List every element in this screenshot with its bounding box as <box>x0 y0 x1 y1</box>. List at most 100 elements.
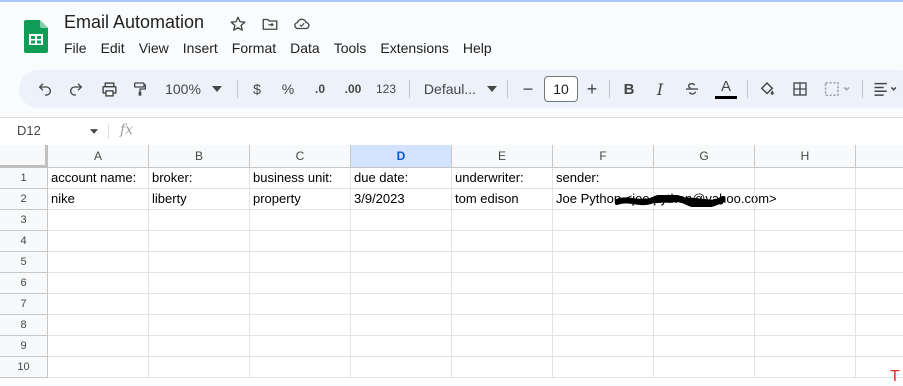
cell-i7[interactable] <box>856 294 903 315</box>
cell-d5[interactable] <box>351 252 452 273</box>
cloud-status-icon[interactable] <box>292 14 312 34</box>
column-header-g[interactable]: G <box>654 145 755 168</box>
cell-a1[interactable]: account name: <box>48 168 149 189</box>
redo-icon[interactable] <box>64 70 88 108</box>
horizontal-align-icon[interactable] <box>871 70 901 108</box>
increase-decimal-button[interactable]: .00 <box>339 70 367 108</box>
cell-b3[interactable] <box>149 210 250 231</box>
cell-h5[interactable] <box>755 252 856 273</box>
cell-d8[interactable] <box>351 315 452 336</box>
cell-a3[interactable] <box>48 210 149 231</box>
fill-color-icon[interactable] <box>756 70 778 108</box>
cell-c5[interactable] <box>250 252 351 273</box>
cell-e7[interactable] <box>452 294 553 315</box>
column-header-e[interactable]: E <box>452 145 553 168</box>
cell-h4[interactable] <box>755 231 856 252</box>
cell-h7[interactable] <box>755 294 856 315</box>
cell-e4[interactable] <box>452 231 553 252</box>
cell-e5[interactable] <box>452 252 553 273</box>
cell-b4[interactable] <box>149 231 250 252</box>
menu-view[interactable]: View <box>132 38 176 58</box>
cell-e6[interactable] <box>452 273 553 294</box>
menu-data[interactable]: Data <box>283 38 327 58</box>
name-box-dropdown-icon[interactable] <box>90 129 98 134</box>
percent-format-button[interactable]: % <box>278 70 298 108</box>
cell-g9[interactable] <box>654 336 755 357</box>
strikethrough-icon[interactable] <box>681 70 703 108</box>
cell-f8[interactable] <box>553 315 654 336</box>
cell-e8[interactable] <box>452 315 553 336</box>
undo-icon[interactable] <box>33 70 57 108</box>
cell-e9[interactable] <box>452 336 553 357</box>
increase-font-size-icon[interactable]: + <box>582 70 602 108</box>
column-header-f[interactable]: F <box>553 145 654 168</box>
menu-insert[interactable]: Insert <box>176 38 225 58</box>
cell-b5[interactable] <box>149 252 250 273</box>
decrease-font-size-icon[interactable]: − <box>518 70 538 108</box>
cell-h3[interactable] <box>755 210 856 231</box>
cell-a9[interactable] <box>48 336 149 357</box>
cell-f1[interactable]: sender: <box>553 168 654 189</box>
cell-c7[interactable] <box>250 294 351 315</box>
more-formats-button[interactable]: 123 <box>373 70 399 108</box>
row-header-3[interactable]: 3 <box>0 210 48 231</box>
cell-a2[interactable]: nike <box>48 189 149 210</box>
cell-f4[interactable] <box>553 231 654 252</box>
move-folder-icon[interactable] <box>260 14 280 34</box>
cell-i2[interactable] <box>856 189 903 210</box>
cell-h10[interactable] <box>755 357 856 378</box>
cell-g5[interactable] <box>654 252 755 273</box>
cell-h6[interactable] <box>755 273 856 294</box>
cell-b7[interactable] <box>149 294 250 315</box>
cell-d9[interactable] <box>351 336 452 357</box>
cell-a5[interactable] <box>48 252 149 273</box>
column-header-h[interactable]: H <box>755 145 856 168</box>
cell-i5[interactable] <box>856 252 903 273</box>
cell-a8[interactable] <box>48 315 149 336</box>
cell-g3[interactable] <box>654 210 755 231</box>
borders-icon[interactable] <box>789 70 811 108</box>
cell-h1[interactable] <box>755 168 856 189</box>
cell-d1[interactable]: due date: <box>351 168 452 189</box>
cell-d10[interactable] <box>351 357 452 378</box>
cell-g6[interactable] <box>654 273 755 294</box>
document-title[interactable]: Email Automation <box>64 12 204 33</box>
row-header-7[interactable]: 7 <box>0 294 48 315</box>
cell-i1[interactable] <box>856 168 903 189</box>
cell-e3[interactable] <box>452 210 553 231</box>
column-header-b[interactable]: B <box>149 145 250 168</box>
cell-c1[interactable]: business unit: <box>250 168 351 189</box>
cell-d7[interactable] <box>351 294 452 315</box>
sheets-logo-icon[interactable] <box>24 20 48 53</box>
cell-d4[interactable] <box>351 231 452 252</box>
cell-a10[interactable] <box>48 357 149 378</box>
cell-h2[interactable] <box>755 189 856 210</box>
cell-d3[interactable] <box>351 210 452 231</box>
column-header-a[interactable]: A <box>48 145 149 168</box>
cell-g10[interactable] <box>654 357 755 378</box>
row-header-2[interactable]: 2 <box>0 189 48 210</box>
cell-c9[interactable] <box>250 336 351 357</box>
column-header-c[interactable]: C <box>250 145 351 168</box>
menu-tools[interactable]: Tools <box>327 38 374 58</box>
row-header-10[interactable]: 10 <box>0 357 48 378</box>
cell-h9[interactable] <box>755 336 856 357</box>
cell-i9[interactable] <box>856 336 903 357</box>
cell-c2[interactable]: property <box>250 189 351 210</box>
zoom-select[interactable]: 100% <box>162 70 204 108</box>
cell-d2[interactable]: 3/9/2023 <box>351 189 452 210</box>
select-all-corner[interactable] <box>0 145 48 168</box>
star-icon[interactable] <box>228 14 248 34</box>
row-header-1[interactable]: 1 <box>0 168 48 189</box>
cell-f6[interactable] <box>553 273 654 294</box>
cell-c4[interactable] <box>250 231 351 252</box>
cell-i4[interactable] <box>856 231 903 252</box>
cell-f7[interactable] <box>553 294 654 315</box>
cell-a7[interactable] <box>48 294 149 315</box>
cell-f10[interactable] <box>553 357 654 378</box>
cell-g4[interactable] <box>654 231 755 252</box>
cell-c8[interactable] <box>250 315 351 336</box>
menu-edit[interactable]: Edit <box>94 38 132 58</box>
text-color-button[interactable]: A <box>713 70 739 108</box>
cell-h8[interactable] <box>755 315 856 336</box>
